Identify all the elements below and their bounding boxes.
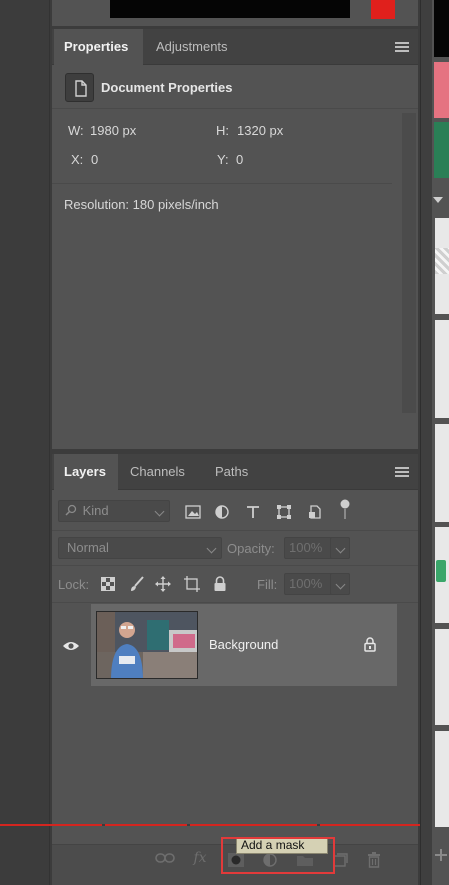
thumbnail-strip-5[interactable] [435, 629, 449, 725]
swatch-green[interactable] [434, 122, 449, 178]
height-label: H: [216, 123, 229, 138]
swatch-black[interactable] [434, 0, 449, 57]
lock-transparent-pixels-icon[interactable] [98, 574, 118, 594]
lock-position-icon[interactable] [153, 574, 173, 594]
blend-divider [52, 565, 418, 566]
filter-divider [52, 530, 418, 531]
color-preview-bar[interactable] [110, 0, 350, 18]
tab-layers[interactable]: Layers [54, 454, 118, 490]
x-value[interactable]: 0 [91, 152, 98, 167]
panel-menu-icon[interactable] [395, 42, 409, 52]
eye-icon[interactable] [61, 636, 81, 656]
blend-mode-value: Normal [67, 540, 109, 555]
filter-shape-icon[interactable] [274, 502, 294, 522]
properties-scrollbar[interactable] [402, 113, 416, 413]
filter-toggle-icon[interactable] [335, 499, 355, 520]
lock-divider [52, 602, 418, 603]
layer-thumbnail [96, 611, 198, 679]
lock-all-icon[interactable] [210, 574, 230, 594]
search-icon [65, 502, 77, 522]
y-value[interactable]: 0 [236, 152, 243, 167]
guide-line-gap [187, 824, 190, 826]
width-label: W: [68, 123, 84, 138]
add-plus-icon[interactable] [434, 848, 448, 862]
width-value[interactable]: 1980 px [90, 123, 136, 138]
properties-tabbar: Properties Adjustments [52, 29, 418, 65]
highlight-box [221, 837, 335, 874]
layer-row[interactable]: Background [91, 604, 397, 686]
thumbnail-strip-3[interactable] [435, 424, 449, 522]
opacity-label: Opacity: [227, 541, 275, 556]
tab-channels[interactable]: Channels [120, 454, 202, 490]
collapse-triangle-icon[interactable] [433, 197, 443, 203]
layer-lock-icon [360, 634, 380, 654]
lock-image-pixels-icon[interactable] [127, 574, 147, 594]
green-text-fragment [436, 560, 446, 582]
lock-artboard-icon[interactable] [182, 574, 202, 594]
height-value[interactable]: 1320 px [237, 123, 283, 138]
blend-mode-select[interactable]: Normal [58, 537, 222, 559]
resolution-text: Resolution: 180 pixels/inch [64, 197, 219, 212]
fill-dropdown-button[interactable] [330, 573, 350, 595]
fill-label: Fill: [257, 577, 278, 592]
link-layers-icon[interactable] [155, 848, 175, 868]
left-dock [0, 0, 50, 885]
layer-filter-kind-label: Kind [82, 503, 109, 518]
properties-header-title: Document Properties [101, 80, 233, 95]
thumbnail-strip-6[interactable] [435, 731, 449, 827]
opacity-value: 100% [289, 540, 323, 555]
filter-adjustment-icon[interactable] [212, 502, 232, 522]
x-label: X: [71, 152, 84, 167]
lock-label: Lock: [58, 577, 90, 592]
red-guide-line [0, 824, 449, 826]
layers-panel: Layers Channels Paths Kind Normal Opacit… [52, 454, 418, 844]
tab-properties[interactable]: Properties [54, 29, 143, 65]
swatch-pink[interactable] [434, 62, 449, 118]
layers-menu-icon[interactable] [395, 467, 409, 477]
foreground-color-swatch[interactable] [371, 0, 395, 19]
layers-tabbar: Layers Channels Paths [52, 454, 418, 490]
thumbnail-strip-2[interactable] [435, 320, 449, 418]
layer-name[interactable]: Background [209, 637, 278, 652]
guide-line-gap [317, 824, 320, 826]
checker-pattern [435, 248, 449, 274]
tab-adjustments[interactable]: Adjustments [146, 29, 250, 65]
fill-value: 100% [289, 576, 323, 591]
layer-style-fx-icon[interactable]: fx [190, 848, 210, 868]
filter-type-icon[interactable] [243, 502, 263, 522]
y-label: Y: [217, 152, 229, 167]
layer-filter-select[interactable]: Kind [58, 500, 170, 522]
trash-icon[interactable] [364, 850, 384, 870]
filter-image-icon[interactable] [183, 502, 203, 522]
opacity-dropdown-button[interactable] [330, 537, 350, 559]
properties-header: Document Properties [52, 65, 418, 109]
filter-smart-object-icon[interactable] [305, 502, 325, 522]
properties-panel: Properties Adjustments Document Properti… [52, 29, 418, 449]
tab-paths[interactable]: Paths [205, 454, 262, 490]
guide-line-gap [102, 824, 105, 826]
properties-divider [52, 183, 392, 184]
document-icon [65, 73, 94, 102]
